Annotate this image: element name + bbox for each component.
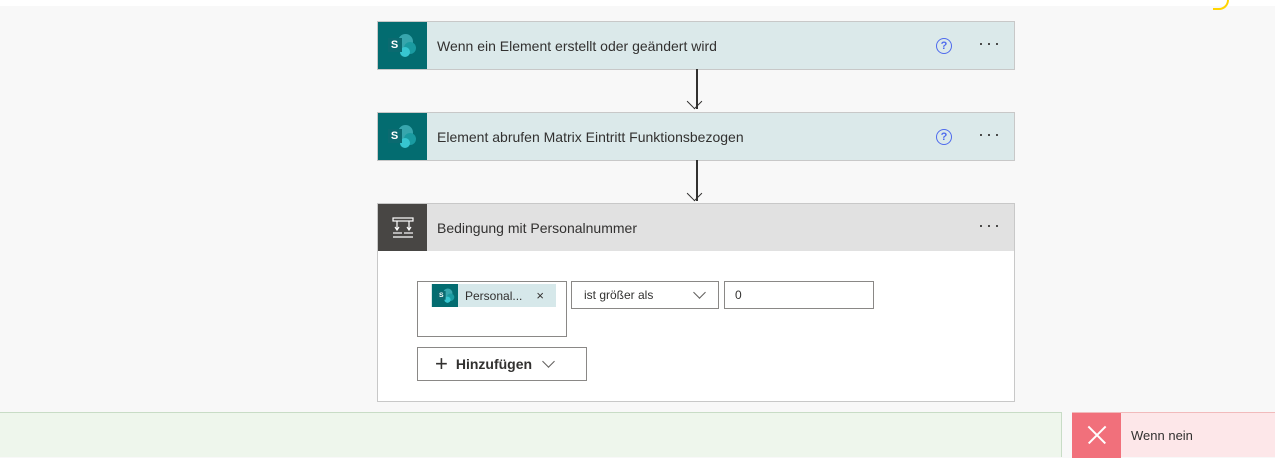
condition-body: S Personal... × ist größer als 0 + Hinzu… <box>378 251 1014 401</box>
more-options-icon[interactable]: ··· <box>978 125 1002 145</box>
chevron-down-icon <box>693 286 706 299</box>
flow-arrow <box>686 160 705 203</box>
operator-value: ist größer als <box>584 288 654 302</box>
condition-card[interactable]: Bedingung mit Personalnummer ··· S Perso… <box>377 203 1015 402</box>
sharepoint-icon: S <box>378 22 427 69</box>
get-item-title: Element abrufen Matrix Eintritt Funktion… <box>437 128 744 145</box>
close-icon <box>1072 412 1121 458</box>
help-icon[interactable]: ? <box>936 37 953 54</box>
condition-icon <box>378 204 427 251</box>
condition-left-operand[interactable]: S Personal... × <box>417 281 567 337</box>
add-button[interactable]: + Hinzufügen <box>417 347 587 381</box>
chevron-down-icon <box>542 355 555 368</box>
trigger-card-header[interactable]: S Wenn ein Element erstellt oder geänder… <box>378 22 1014 69</box>
trigger-card[interactable]: S Wenn ein Element erstellt oder geänder… <box>377 21 1015 70</box>
if-no-label: Wenn nein <box>1131 427 1193 443</box>
help-icon[interactable]: ? <box>936 128 953 145</box>
sharepoint-icon: S <box>378 113 427 160</box>
more-options-icon[interactable]: ··· <box>978 34 1002 54</box>
plus-icon: + <box>435 351 448 376</box>
if-yes-branch[interactable] <box>0 412 1062 457</box>
operator-dropdown[interactable]: ist größer als <box>571 281 719 309</box>
if-no-branch[interactable]: Wenn nein <box>1072 412 1275 458</box>
condition-value-input[interactable]: 0 <box>724 281 874 309</box>
more-options-icon[interactable]: ··· <box>978 216 1002 236</box>
add-button-label: Hinzufügen <box>455 356 533 372</box>
token-label: Personal... <box>465 288 523 303</box>
remove-token-icon[interactable]: × <box>536 288 544 303</box>
top-strip <box>0 0 1275 6</box>
get-item-card[interactable]: S Element abrufen Matrix Eintritt Funkti… <box>377 112 1015 161</box>
dynamic-content-token[interactable]: S Personal... × <box>431 284 556 307</box>
trigger-title: Wenn ein Element erstellt oder geändert … <box>437 37 717 54</box>
connector-curve <box>1213 0 1229 10</box>
condition-card-header[interactable]: Bedingung mit Personalnummer ··· <box>378 204 1014 251</box>
condition-title: Bedingung mit Personalnummer <box>437 219 637 236</box>
sharepoint-icon: S <box>432 284 458 307</box>
flow-arrow <box>686 69 705 111</box>
get-item-card-header[interactable]: S Element abrufen Matrix Eintritt Funkti… <box>378 113 1014 160</box>
